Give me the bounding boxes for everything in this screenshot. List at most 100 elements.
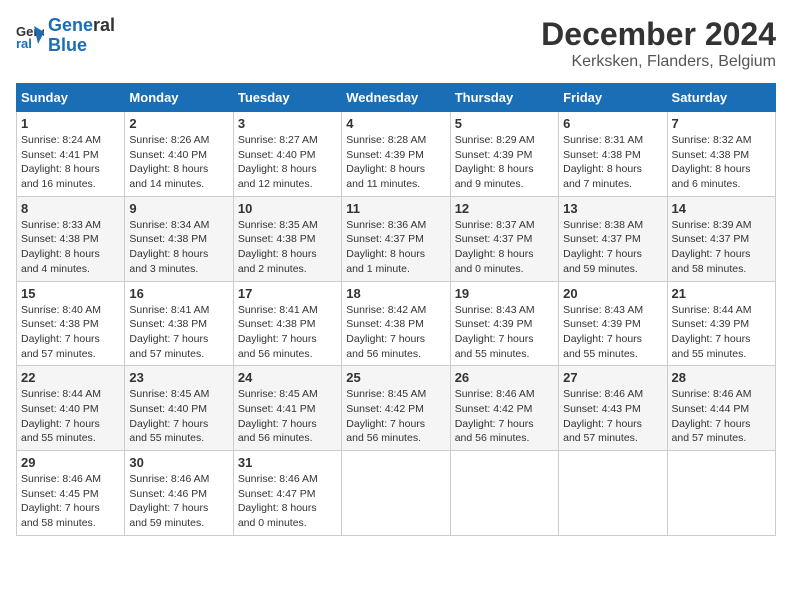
day-number: 13 (563, 201, 662, 216)
day-info: Sunrise: 8:38 AM Sunset: 4:37 PM Dayligh… (563, 218, 662, 277)
calendar-cell (450, 451, 558, 536)
calendar-cell: 5 Sunrise: 8:29 AM Sunset: 4:39 PM Daylig… (450, 112, 558, 197)
logo-icon: Gene ral (16, 22, 44, 50)
day-info: Sunrise: 8:44 AM Sunset: 4:40 PM Dayligh… (21, 387, 120, 446)
calendar-week-row: 22Sunrise: 8:44 AM Sunset: 4:40 PM Dayli… (17, 366, 776, 451)
calendar-cell: 3 Sunrise: 8:27 AM Sunset: 4:40 PM Daylig… (233, 112, 341, 197)
svg-text:ral: ral (16, 36, 32, 50)
day-number: 7 (672, 116, 771, 131)
day-number: 25 (346, 370, 445, 385)
day-number: 21 (672, 286, 771, 301)
day-number: 16 (129, 286, 228, 301)
day-number: 11 (346, 201, 445, 216)
day-number: 18 (346, 286, 445, 301)
day-info: Sunrise: 8:35 AM Sunset: 4:38 PM Dayligh… (238, 218, 337, 277)
day-number: 8 (21, 201, 120, 216)
day-info: Sunrise: 8:36 AM Sunset: 4:37 PM Dayligh… (346, 218, 445, 277)
page-header: Gene ral GeneralBlue December 2024 Kerks… (16, 16, 776, 71)
page-subtitle: Kerksken, Flanders, Belgium (541, 53, 776, 71)
day-number: 27 (563, 370, 662, 385)
day-info: Sunrise: 8:43 AM Sunset: 4:39 PM Dayligh… (455, 303, 554, 362)
calendar-cell: 21 Sunrise: 8:44 AM Sunset: 4:39 PM Dayli… (667, 281, 775, 366)
day-number: 3 (238, 116, 337, 131)
calendar-cell: 17 Sunrise: 8:41 AM Sunset: 4:38 PM Dayli… (233, 281, 341, 366)
calendar-cell: 18Sunrise: 8:42 AM Sunset: 4:38 PM Dayli… (342, 281, 450, 366)
column-header-saturday: Saturday (667, 84, 775, 112)
day-number: 24 (238, 370, 337, 385)
calendar-cell: 20 Sunrise: 8:43 AM Sunset: 4:39 PM Dayli… (559, 281, 667, 366)
day-number: 28 (672, 370, 771, 385)
column-header-sunday: Sunday (17, 84, 125, 112)
day-info: Sunrise: 8:46 AM Sunset: 4:46 PM Dayligh… (129, 472, 228, 531)
calendar-cell: 10Sunrise: 8:35 AM Sunset: 4:38 PM Dayli… (233, 196, 341, 281)
calendar-cell: 26Sunrise: 8:46 AM Sunset: 4:42 PM Dayli… (450, 366, 558, 451)
day-info: Sunrise: 8:39 AM Sunset: 4:37 PM Dayligh… (672, 218, 771, 277)
day-info: Sunrise: 8:45 AM Sunset: 4:42 PM Dayligh… (346, 387, 445, 446)
day-info: Sunrise: 8:46 AM Sunset: 4:43 PM Dayligh… (563, 387, 662, 446)
calendar-cell: 7 Sunrise: 8:32 AM Sunset: 4:38 PM Daylig… (667, 112, 775, 197)
title-block: December 2024 Kerksken, Flanders, Belgiu… (541, 16, 776, 71)
calendar-cell: 23 Sunrise: 8:45 AM Sunset: 4:40 PM Dayli… (125, 366, 233, 451)
calendar-cell: 2Sunrise: 8:26 AM Sunset: 4:40 PM Daylig… (125, 112, 233, 197)
calendar-cell: 22Sunrise: 8:44 AM Sunset: 4:40 PM Dayli… (17, 366, 125, 451)
calendar-cell: 25 Sunrise: 8:45 AM Sunset: 4:42 PM Dayli… (342, 366, 450, 451)
calendar-cell: 27 Sunrise: 8:46 AM Sunset: 4:43 PM Dayli… (559, 366, 667, 451)
day-number: 12 (455, 201, 554, 216)
calendar-cell: 12 Sunrise: 8:37 AM Sunset: 4:37 PM Dayli… (450, 196, 558, 281)
calendar-cell: 1 Sunrise: 8:24 AM Sunset: 4:41 PM Daylig… (17, 112, 125, 197)
day-number: 23 (129, 370, 228, 385)
logo: Gene ral GeneralBlue (16, 16, 115, 56)
day-info: Sunrise: 8:41 AM Sunset: 4:38 PM Dayligh… (238, 303, 337, 362)
column-header-tuesday: Tuesday (233, 84, 341, 112)
calendar-cell (559, 451, 667, 536)
calendar-header-row: SundayMondayTuesdayWednesdayThursdayFrid… (17, 84, 776, 112)
calendar-cell: 13 Sunrise: 8:38 AM Sunset: 4:37 PM Dayli… (559, 196, 667, 281)
calendar-cell: 6 Sunrise: 8:31 AM Sunset: 4:38 PM Daylig… (559, 112, 667, 197)
day-info: Sunrise: 8:31 AM Sunset: 4:38 PM Dayligh… (563, 133, 662, 192)
day-info: Sunrise: 8:33 AM Sunset: 4:38 PM Dayligh… (21, 218, 120, 277)
day-info: Sunrise: 8:34 AM Sunset: 4:38 PM Dayligh… (129, 218, 228, 277)
calendar-cell: 24Sunrise: 8:45 AM Sunset: 4:41 PM Dayli… (233, 366, 341, 451)
calendar-cell: 16Sunrise: 8:41 AM Sunset: 4:38 PM Dayli… (125, 281, 233, 366)
day-number: 15 (21, 286, 120, 301)
calendar-week-row: 8 Sunrise: 8:33 AM Sunset: 4:38 PM Daylig… (17, 196, 776, 281)
day-info: Sunrise: 8:46 AM Sunset: 4:47 PM Dayligh… (238, 472, 337, 531)
calendar-cell: 4 Sunrise: 8:28 AM Sunset: 4:39 PM Daylig… (342, 112, 450, 197)
day-info: Sunrise: 8:43 AM Sunset: 4:39 PM Dayligh… (563, 303, 662, 362)
day-info: Sunrise: 8:37 AM Sunset: 4:37 PM Dayligh… (455, 218, 554, 277)
day-info: Sunrise: 8:29 AM Sunset: 4:39 PM Dayligh… (455, 133, 554, 192)
logo-text: GeneralBlue (48, 16, 115, 56)
calendar-cell: 28 Sunrise: 8:46 AM Sunset: 4:44 PM Dayli… (667, 366, 775, 451)
day-info: Sunrise: 8:46 AM Sunset: 4:44 PM Dayligh… (672, 387, 771, 446)
day-number: 4 (346, 116, 445, 131)
day-number: 6 (563, 116, 662, 131)
calendar-cell (667, 451, 775, 536)
day-number: 1 (21, 116, 120, 131)
day-number: 20 (563, 286, 662, 301)
day-info: Sunrise: 8:46 AM Sunset: 4:42 PM Dayligh… (455, 387, 554, 446)
calendar-cell: 8 Sunrise: 8:33 AM Sunset: 4:38 PM Daylig… (17, 196, 125, 281)
day-number: 9 (129, 201, 228, 216)
calendar-cell: 9 Sunrise: 8:34 AM Sunset: 4:38 PM Daylig… (125, 196, 233, 281)
day-info: Sunrise: 8:24 AM Sunset: 4:41 PM Dayligh… (21, 133, 120, 192)
day-number: 17 (238, 286, 337, 301)
day-number: 14 (672, 201, 771, 216)
column-header-wednesday: Wednesday (342, 84, 450, 112)
day-info: Sunrise: 8:26 AM Sunset: 4:40 PM Dayligh… (129, 133, 228, 192)
page-title: December 2024 (541, 16, 776, 53)
column-header-thursday: Thursday (450, 84, 558, 112)
calendar-week-row: 29Sunrise: 8:46 AM Sunset: 4:45 PM Dayli… (17, 451, 776, 536)
day-info: Sunrise: 8:46 AM Sunset: 4:45 PM Dayligh… (21, 472, 120, 531)
calendar-table: SundayMondayTuesdayWednesdayThursdayFrid… (16, 83, 776, 536)
column-header-friday: Friday (559, 84, 667, 112)
calendar-cell: 30Sunrise: 8:46 AM Sunset: 4:46 PM Dayli… (125, 451, 233, 536)
day-info: Sunrise: 8:45 AM Sunset: 4:40 PM Dayligh… (129, 387, 228, 446)
day-info: Sunrise: 8:32 AM Sunset: 4:38 PM Dayligh… (672, 133, 771, 192)
day-info: Sunrise: 8:28 AM Sunset: 4:39 PM Dayligh… (346, 133, 445, 192)
calendar-body: 1 Sunrise: 8:24 AM Sunset: 4:41 PM Daylig… (17, 112, 776, 536)
day-info: Sunrise: 8:44 AM Sunset: 4:39 PM Dayligh… (672, 303, 771, 362)
calendar-cell: 15Sunrise: 8:40 AM Sunset: 4:38 PM Dayli… (17, 281, 125, 366)
column-header-monday: Monday (125, 84, 233, 112)
day-info: Sunrise: 8:27 AM Sunset: 4:40 PM Dayligh… (238, 133, 337, 192)
day-number: 5 (455, 116, 554, 131)
